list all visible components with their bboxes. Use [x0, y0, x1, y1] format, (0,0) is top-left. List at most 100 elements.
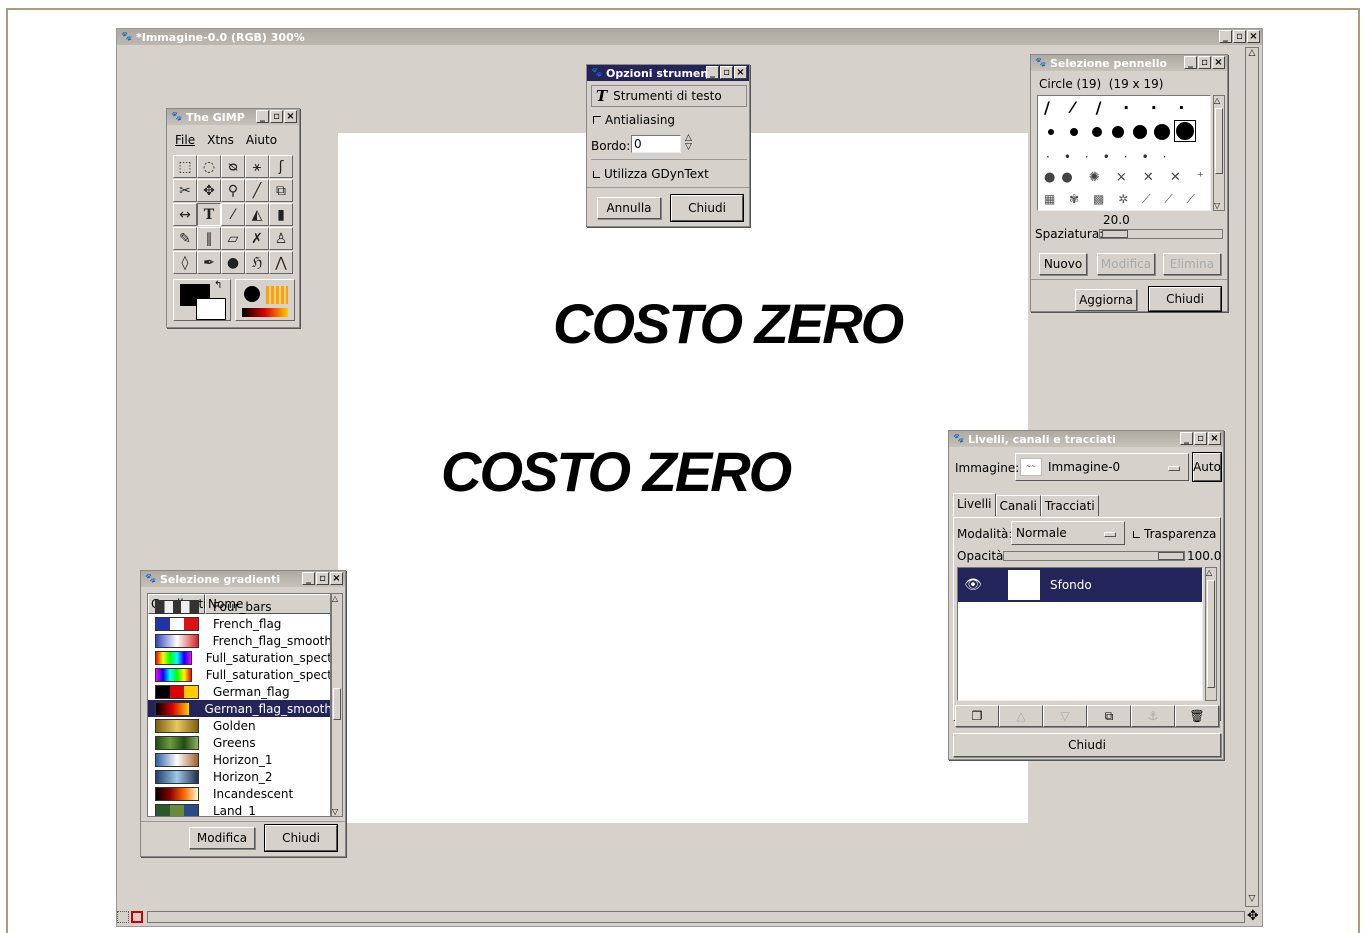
tab-tracciati[interactable]: Tracciati: [1040, 495, 1099, 516]
scroll-thumb[interactable]: [333, 688, 341, 720]
gradient-list-item[interactable]: Full_saturation_spect: [148, 666, 330, 683]
active-brush-icon[interactable]: [244, 286, 260, 302]
transform-icon[interactable]: ⧉: [269, 179, 293, 202]
cancel-button[interactable]: Annulla: [597, 197, 661, 219]
gradient-list-scrollbar[interactable]: △ ▽: [331, 593, 343, 817]
minimize-button[interactable]: _: [1219, 30, 1232, 43]
bezier-select-icon[interactable]: ʃ: [269, 155, 293, 178]
layers-list[interactable]: 👁 Sfondo: [957, 567, 1203, 701]
maximize-button[interactable]: ▫: [720, 66, 733, 79]
blur-icon[interactable]: ◊: [173, 251, 197, 274]
scroll-up-arrow-icon[interactable]: △: [1206, 568, 1212, 577]
gradient-list-item[interactable]: Golden: [148, 717, 330, 734]
brush-dot[interactable]: [1048, 129, 1054, 135]
toolbox-titlebar[interactable]: 🐾 The GIMP _ ▫ ×: [167, 109, 299, 125]
maximize-button[interactable]: ▫: [1194, 432, 1207, 445]
tab-livelli[interactable]: Livelli: [953, 493, 996, 516]
close-button[interactable]: Chiudi: [670, 194, 744, 222]
opacity-slider[interactable]: [1003, 551, 1185, 561]
duplicate-layer-icon[interactable]: ⧉: [1087, 705, 1131, 727]
scroll-thumb[interactable]: [1215, 108, 1223, 174]
flip-icon[interactable]: ↔: [173, 203, 197, 226]
edit-brush-button[interactable]: Modifica: [1097, 253, 1155, 275]
brush-dot[interactable]: [1133, 125, 1147, 139]
brush-selected[interactable]: [1174, 120, 1196, 142]
brush-dot[interactable]: [1112, 126, 1124, 138]
lower-layer-icon[interactable]: ▽: [1043, 705, 1087, 727]
scroll-up-arrow-icon[interactable]: △: [332, 594, 338, 603]
scroll-down-arrow-icon[interactable]: ▽: [1246, 894, 1258, 906]
smudge-icon[interactable]: ℌ: [245, 251, 269, 274]
tool-options-titlebar[interactable]: 🐾 Opzioni strumenti _ ▫ ×: [587, 65, 749, 81]
quickmask-on-icon[interactable]: [131, 911, 143, 923]
brush-grid-scrollbar[interactable]: △ ▽: [1213, 95, 1225, 211]
menu-aiuto[interactable]: Aiuto: [246, 133, 277, 147]
new-layer-icon[interactable]: ❐: [955, 705, 999, 727]
layers-list-scrollbar[interactable]: △: [1205, 567, 1217, 701]
delete-layer-icon[interactable]: 🗑: [1175, 705, 1219, 727]
maximize-button[interactable]: ▫: [270, 110, 283, 123]
move-icon[interactable]: ✥: [197, 179, 221, 202]
lasso-icon[interactable]: ᴓ: [221, 155, 245, 178]
close-button[interactable]: ×: [330, 572, 343, 585]
measure-icon[interactable]: ⋀: [269, 251, 293, 274]
crop-icon[interactable]: ╱: [245, 179, 269, 202]
gradient-list-item[interactable]: French_flag_smooth: [148, 632, 330, 649]
layers-dialog-titlebar[interactable]: 🐾 Livelli, canali e tracciati _ ▫ ×: [949, 431, 1223, 447]
delete-brush-button[interactable]: Elimina: [1163, 253, 1221, 275]
gradient-list-item[interactable]: Full_saturation_spect: [148, 649, 330, 666]
text-tool-icon[interactable]: T: [197, 203, 221, 226]
antialiasing-checkbox[interactable]: Antialiasing: [593, 113, 675, 127]
close-button[interactable]: Chiudi: [264, 824, 338, 852]
ellipse-select-icon[interactable]: ◌: [197, 155, 221, 178]
raise-layer-icon[interactable]: △: [999, 705, 1043, 727]
background-color[interactable]: [196, 298, 226, 320]
gradient-list-item[interactable]: Land_1: [148, 802, 330, 816]
close-button[interactable]: ×: [1208, 432, 1221, 445]
scroll-up-arrow-icon[interactable]: △: [1246, 48, 1258, 60]
gradient-list-item[interactable]: German_flag_smooth: [148, 700, 330, 717]
scroll-down-arrow-icon[interactable]: ▽: [332, 807, 338, 816]
clone-icon[interactable]: ♙: [269, 227, 293, 250]
brush-dot[interactable]: [1092, 127, 1102, 137]
transparency-checkbox[interactable]: Trasparenza: [1133, 527, 1216, 541]
gradient-list-item[interactable]: Incandescent: [148, 785, 330, 802]
color-picker-icon[interactable]: ⁄: [221, 203, 245, 226]
close-button[interactable]: ×: [734, 66, 747, 79]
gradient-list-item[interactable]: Horizon_2: [148, 768, 330, 785]
color-area[interactable]: ↰: [173, 279, 231, 321]
slider-handle[interactable]: [1158, 552, 1184, 560]
dodge-icon[interactable]: ●: [221, 251, 245, 274]
swap-colors-icon[interactable]: ↰: [214, 280, 222, 291]
ink-icon[interactable]: ✒: [197, 251, 221, 274]
close-button[interactable]: ×: [284, 110, 297, 123]
gradient-list[interactable]: Four_bars French_flag French_flag_smooth Fu…: [148, 599, 330, 816]
menu-file[interactable]: File: [175, 133, 195, 147]
brush-pattern-gradient-area[interactable]: [235, 279, 295, 321]
gradient-selector-titlebar[interactable]: 🐾 Selezione gradienti _ ▫ ×: [141, 571, 345, 587]
brush-dot[interactable]: [1070, 128, 1078, 136]
navigate-icon[interactable]: ✥: [1247, 908, 1259, 924]
scroll-up-arrow-icon[interactable]: △: [1214, 96, 1220, 105]
eraser-icon[interactable]: ▱: [221, 227, 245, 250]
border-input[interactable]: 0: [631, 135, 681, 153]
eye-visibility-icon[interactable]: 👁: [958, 577, 988, 593]
refresh-button[interactable]: Aggiorna: [1075, 289, 1137, 311]
minimize-button[interactable]: _: [302, 572, 315, 585]
scissors-icon[interactable]: ✂: [173, 179, 197, 202]
pencil-icon[interactable]: ✎: [173, 227, 197, 250]
close-button[interactable]: ×: [1212, 56, 1225, 69]
airbrush-icon[interactable]: ✗: [245, 227, 269, 250]
fuzzy-select-icon[interactable]: ⚹: [245, 155, 269, 178]
scroll-thumb[interactable]: [1207, 580, 1215, 688]
gradient-list-item[interactable]: German_flag: [148, 683, 330, 700]
maximize-button[interactable]: ▫: [1198, 56, 1211, 69]
image-window-titlebar[interactable]: 🐾 *Immagine-0.0 (RGB) 300% _ ▫ ×: [117, 29, 1262, 45]
horizontal-scrollbar[interactable]: [147, 911, 1245, 923]
anchor-layer-icon[interactable]: ⚓: [1131, 705, 1175, 727]
tab-canali[interactable]: Canali: [995, 495, 1041, 516]
bucket-fill-icon[interactable]: ◭: [245, 203, 269, 226]
quickmask-icon[interactable]: [117, 911, 129, 923]
vertical-scrollbar[interactable]: △ ▽: [1245, 47, 1259, 907]
slider-handle[interactable]: [1102, 230, 1128, 238]
